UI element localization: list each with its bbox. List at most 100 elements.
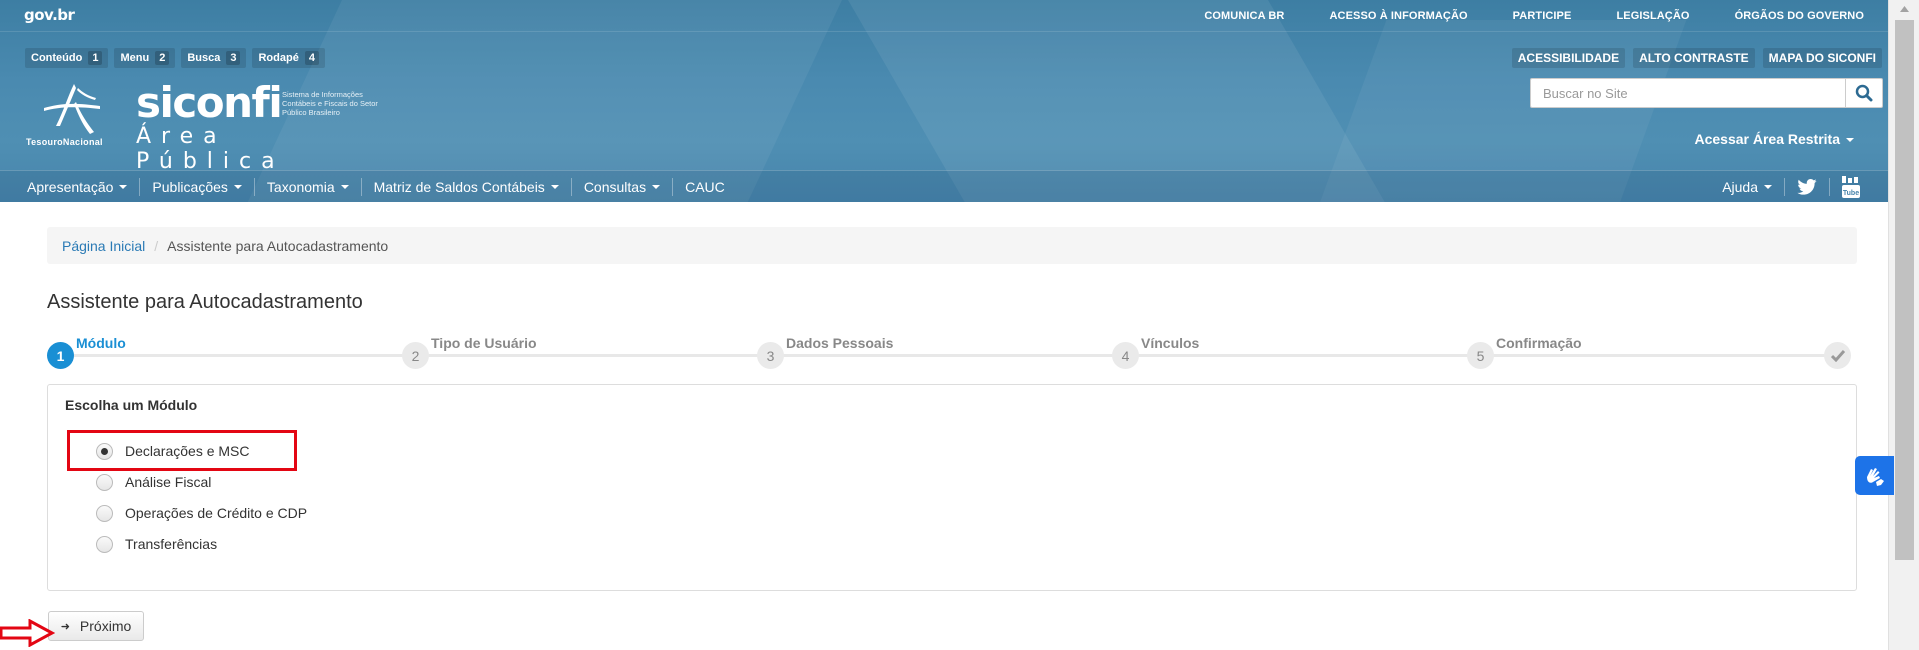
nav-item-label: Publicações	[152, 179, 228, 195]
step-3-label[interactable]: Dados Pessoais	[786, 335, 893, 351]
gov-link-acesso-informacao[interactable]: ACESSO À INFORMAÇÃO	[1329, 10, 1467, 22]
module-panel: Escolha um Módulo Declarações e MSC Anál…	[47, 384, 1857, 591]
caret-down-icon	[233, 185, 242, 189]
selection-highlight-annotation	[67, 430, 297, 471]
siconfi-logo: siconfi	[136, 78, 283, 127]
nav-item-ajuda[interactable]: Ajuda	[1710, 171, 1784, 202]
skip-link-label: Busca	[187, 52, 221, 64]
radio-button[interactable]	[96, 473, 113, 491]
nav-item-label: Ajuda	[1722, 179, 1758, 195]
step-4-marker[interactable]: 4	[1112, 342, 1139, 369]
search-icon	[1855, 84, 1873, 102]
nav-item-publicacoes[interactable]: Publicações	[140, 171, 254, 202]
nav-item-label: CAUC	[685, 179, 725, 195]
breadcrumb-separator: /	[154, 237, 159, 254]
wizard-stepper: 1 Módulo 2 Tipo de Usuário 3 Dados Pesso…	[47, 334, 1861, 370]
caret-down-icon	[550, 185, 559, 189]
skip-link-label: Rodapé	[258, 52, 299, 64]
nav-item-label: Consultas	[583, 179, 647, 195]
caret-down-icon	[119, 185, 128, 189]
step-5-label[interactable]: Confirmação	[1496, 335, 1582, 351]
site-header: gov.br COMUNICA BR ACESSO À INFORMAÇÃO P…	[0, 0, 1888, 202]
checkmark-icon	[1830, 349, 1845, 362]
skip-link-label: Menu	[120, 52, 150, 64]
skip-link-menu[interactable]: Menu 2	[114, 48, 176, 68]
tesouro-nacional-text: TesouroNacional	[26, 137, 103, 147]
breadcrumb-home[interactable]: Página Inicial	[62, 238, 145, 254]
radio-label[interactable]: Operações de Crédito e CDP	[125, 505, 307, 521]
gov-link-participe[interactable]: PARTICIPE	[1513, 10, 1572, 22]
restricted-area-label: Acessar Área Restrita	[1694, 131, 1840, 147]
step-2-label[interactable]: Tipo de Usuário	[431, 335, 537, 351]
main-nav-menu: Apresentação Publicações Taxonomia Matri…	[15, 171, 737, 202]
radio-button[interactable]	[96, 535, 113, 553]
skip-link-key: 1	[88, 51, 103, 65]
skip-links: Conteúdo 1 Menu 2 Busca 3 Rodapé 4	[25, 48, 331, 68]
skip-link-busca[interactable]: Busca 3	[181, 48, 247, 68]
youtube-link[interactable]: Tube	[1830, 171, 1872, 202]
step-complete-marker	[1824, 342, 1851, 369]
nav-item-consultas[interactable]: Consultas	[572, 171, 672, 202]
step-3-marker[interactable]: 3	[757, 342, 784, 369]
step-1-marker[interactable]: 1	[47, 342, 74, 369]
search-button[interactable]	[1845, 78, 1883, 108]
gov-link-legislacao[interactable]: LEGISLAÇÃO	[1616, 10, 1689, 22]
module-option-operacoes-credito[interactable]: Operações de Crédito e CDP	[96, 502, 307, 524]
skip-link-rodape[interactable]: Rodapé 4	[252, 48, 325, 68]
module-option-analise-fiscal[interactable]: Análise Fiscal	[96, 471, 211, 493]
twitter-icon	[1797, 179, 1817, 195]
alto-contraste-link[interactable]: ALTO CONTRASTE	[1633, 48, 1755, 68]
step-4-label[interactable]: Vínculos	[1141, 335, 1199, 351]
next-button[interactable]: ➜ Próximo	[48, 611, 144, 641]
nav-item-label: Taxonomia	[266, 179, 335, 195]
breadcrumb: Página Inicial / Assistente para Autocad…	[47, 227, 1857, 264]
skip-link-key: 3	[226, 51, 241, 65]
skip-link-key: 4	[304, 51, 319, 65]
nav-item-label: Matriz de Saldos Contábeis	[373, 179, 545, 195]
nav-item-label: Apresentação	[27, 179, 114, 195]
arrow-right-annotation-icon	[0, 619, 55, 647]
youtube-icon: Tube	[1842, 176, 1860, 198]
nav-item-apresentacao[interactable]: Apresentação	[15, 171, 139, 202]
mapa-siconfi-link[interactable]: MAPA DO SICONFI	[1762, 48, 1882, 68]
acessibilidade-link[interactable]: ACESSIBILIDADE	[1511, 48, 1626, 68]
radio-label[interactable]: Transferências	[125, 536, 217, 552]
caret-down-icon	[652, 185, 661, 189]
nav-item-taxonomia[interactable]: Taxonomia	[255, 171, 361, 202]
gov-logo[interactable]: gov.br	[24, 6, 75, 24]
siconfi-subtitle: Sistema de Informações Contábeis e Fisca…	[282, 90, 378, 117]
svg-text:Tube: Tube	[1843, 190, 1859, 197]
twitter-link[interactable]	[1785, 171, 1829, 202]
scroll-thumb[interactable]	[1895, 20, 1914, 560]
step-5-marker[interactable]: 5	[1467, 342, 1494, 369]
next-button-label: Próximo	[79, 618, 132, 634]
page-title: Assistente para Autocadastramento	[47, 291, 363, 313]
caret-down-icon	[1764, 185, 1772, 189]
gov-links: COMUNICA BR ACESSO À INFORMAÇÃO PARTICIP…	[1159, 10, 1864, 22]
search-input[interactable]	[1530, 78, 1846, 108]
scroll-up-button[interactable]	[1889, 0, 1919, 18]
module-option-transferencias[interactable]: Transferências	[96, 533, 217, 555]
skip-link-key: 2	[155, 51, 170, 65]
area-publica-title: Área Pública	[136, 124, 285, 174]
tesouro-nacional-logo-icon	[44, 84, 100, 134]
vlibras-accessibility-button[interactable]	[1855, 456, 1894, 495]
gov-link-orgaos[interactable]: ÓRGÃOS DO GOVERNO	[1735, 10, 1864, 22]
step-1-label[interactable]: Módulo	[76, 335, 126, 351]
radio-label[interactable]: Análise Fiscal	[125, 474, 211, 490]
page-scrollbar[interactable]	[1888, 0, 1919, 650]
step-connector	[61, 354, 1845, 357]
sign-language-hands-icon	[1866, 467, 1884, 486]
restricted-area-link[interactable]: Acessar Área Restrita	[1694, 131, 1854, 147]
radio-button[interactable]	[96, 504, 113, 522]
nav-item-cauc[interactable]: CAUC	[673, 171, 737, 202]
nav-item-matriz-saldos[interactable]: Matriz de Saldos Contábeis	[362, 171, 571, 202]
step-2-marker[interactable]: 2	[402, 342, 429, 369]
accessibility-links: ACESSIBILIDADE ALTO CONTRASTE MAPA DO SI…	[1504, 48, 1882, 68]
caret-down-icon	[1846, 138, 1854, 143]
panel-title: Escolha um Módulo	[65, 397, 198, 413]
skip-link-conteudo[interactable]: Conteúdo 1	[25, 48, 109, 68]
breadcrumb-current: Assistente para Autocadastramento	[167, 237, 389, 254]
gov-link-comunica[interactable]: COMUNICA BR	[1204, 10, 1284, 22]
nav-right: Ajuda Tube	[1710, 171, 1872, 202]
